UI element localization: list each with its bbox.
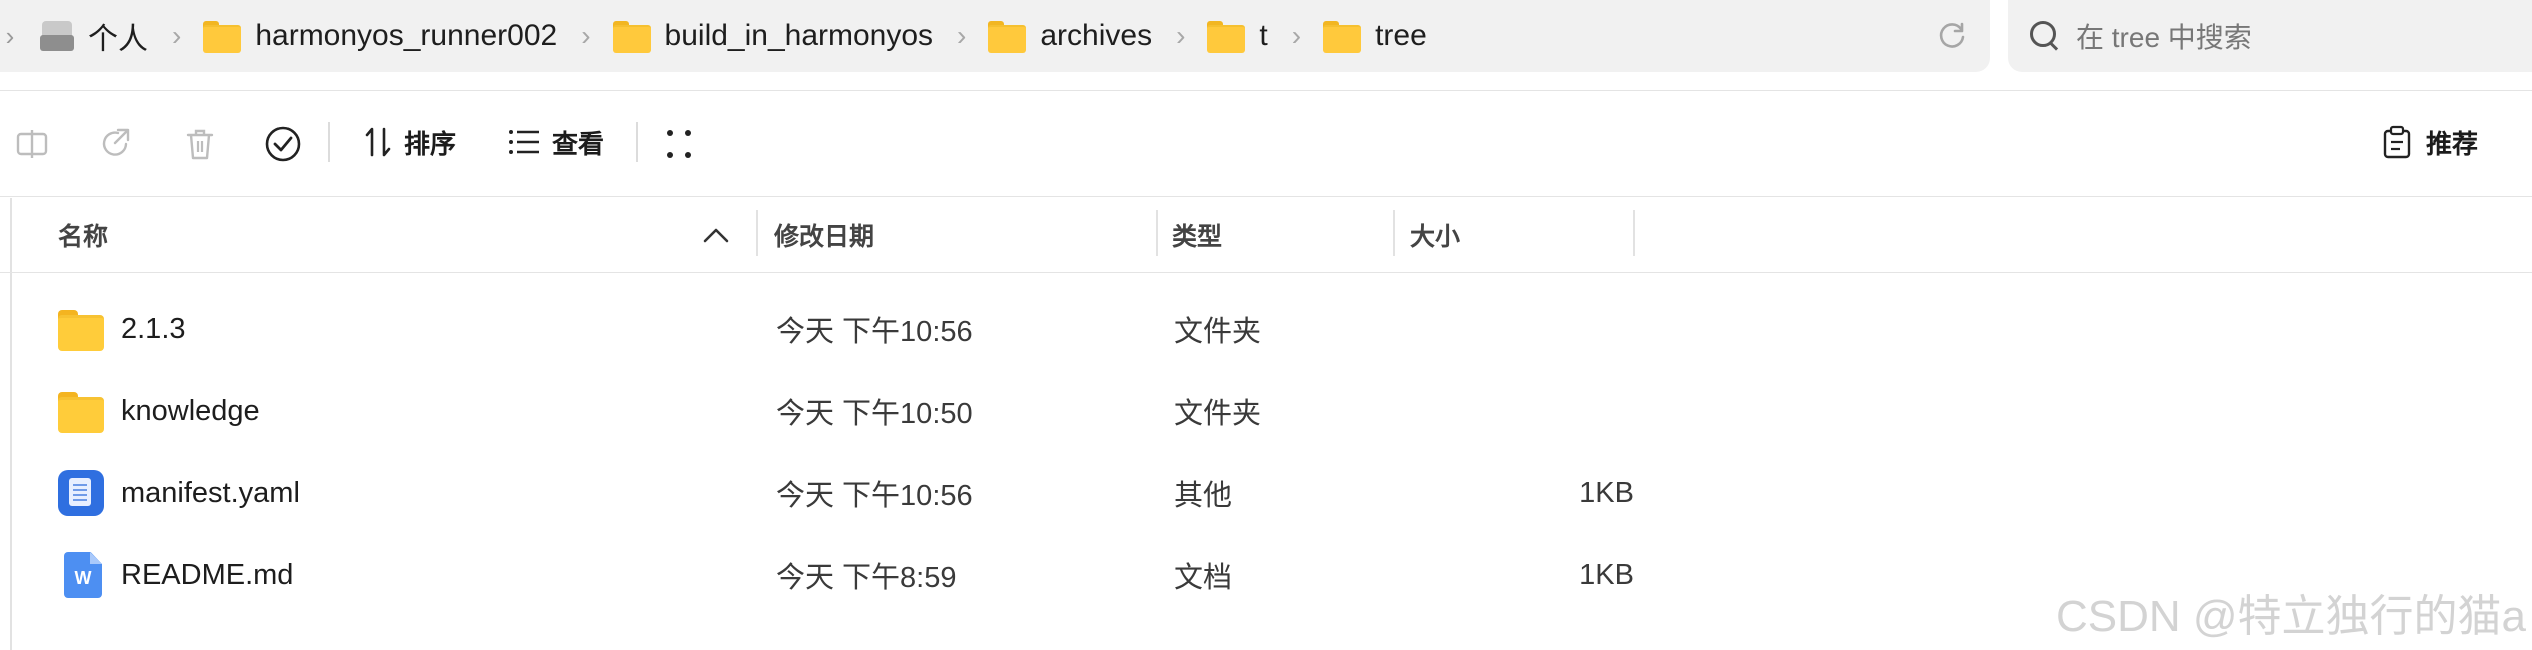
breadcrumb-item-personal[interactable]: 个人 ›: [20, 0, 203, 72]
word-document-icon: W: [60, 534, 102, 616]
toolbar-divider: [636, 122, 638, 162]
search-input[interactable]: 在 tree 中搜索: [2008, 0, 2532, 72]
recommend-label: 推荐: [2426, 128, 2479, 159]
split-view-icon[interactable]: [14, 124, 50, 164]
file-size: [1492, 370, 1634, 452]
search-placeholder: 在 tree 中搜索: [2076, 22, 2252, 53]
breadcrumb-item-archives[interactable]: archives ›: [988, 0, 1207, 72]
chevron-right-icon: ›: [1291, 20, 1302, 51]
breadcrumb-label: t: [1259, 19, 1268, 52]
view-button[interactable]: 查看: [508, 118, 604, 166]
share-icon[interactable]: [98, 124, 134, 164]
file-name: 2.1.3: [121, 312, 186, 345]
breadcrumb-item-tree[interactable]: tree: [1323, 0, 1427, 72]
file-name: manifest.yaml: [121, 476, 300, 509]
address-bar-region: › 个人 › harmonyos_runner002 › build_in_ha…: [0, 0, 2532, 88]
file-row-manifest-yaml[interactable]: manifest.yaml 今天 下午10:56 其他 1KB: [12, 452, 2532, 534]
folder-icon: [58, 288, 104, 370]
file-row-2-1-3[interactable]: 2.1.3 今天 下午10:56 文件夹: [12, 288, 2532, 370]
more-dots-icon[interactable]: [664, 124, 694, 164]
folder-icon: [988, 21, 1027, 53]
chevron-right-icon: ›: [581, 20, 591, 51]
sort-ascending-icon[interactable]: [702, 198, 730, 272]
search-icon: [2028, 19, 2062, 53]
file-name: knowledge: [121, 394, 260, 427]
chevron-right-icon: ›: [957, 20, 967, 51]
trash-icon[interactable]: [182, 124, 218, 164]
breadcrumb-label: build_in_harmonyos: [664, 19, 934, 52]
chevron-right-icon: ›: [1176, 20, 1186, 51]
sort-label: 排序: [404, 128, 457, 159]
file-type: 文档: [1174, 562, 1233, 594]
breadcrumb-label: archives: [1040, 19, 1153, 52]
folder-icon: [1207, 21, 1246, 53]
column-header-name[interactable]: 名称: [58, 198, 108, 272]
breadcrumb-label: 个人: [88, 23, 148, 56]
column-divider[interactable]: [1156, 210, 1158, 256]
recommend-button[interactable]: 推荐: [2380, 118, 2478, 166]
toolbar-divider: [328, 122, 330, 162]
divider: [0, 196, 2532, 197]
drive-icon: [40, 21, 74, 51]
column-header-modified[interactable]: 修改日期: [774, 198, 874, 272]
file-size: 1KB: [1579, 558, 1634, 591]
column-header-label: 修改日期: [774, 223, 875, 251]
select-check-icon[interactable]: [264, 124, 302, 164]
divider: [0, 272, 2532, 273]
sort-button[interactable]: 排序: [364, 118, 456, 166]
breadcrumb-label: tree: [1375, 19, 1427, 52]
breadcrumb-label: harmonyos_runner002: [255, 19, 558, 52]
breadcrumb: › 个人 › harmonyos_runner002 › build_in_ha…: [0, 0, 1990, 72]
chevron-right-icon: ›: [172, 20, 182, 51]
watermark: CSDN @特立独行的猫a: [2055, 592, 2526, 641]
folder-icon: [1323, 21, 1362, 53]
column-header-type[interactable]: 类型: [1172, 198, 1222, 272]
yaml-file-icon: [58, 452, 104, 534]
breadcrumb-item-harmonyos-runner002[interactable]: harmonyos_runner002 ›: [203, 0, 612, 72]
breadcrumb-item-build-in-harmonyos[interactable]: build_in_harmonyos ›: [612, 0, 989, 72]
sort-icon: [365, 127, 391, 157]
column-divider[interactable]: [1393, 210, 1395, 256]
divider: [0, 90, 2532, 91]
column-divider[interactable]: [1633, 210, 1635, 256]
file-size: 1KB: [1579, 476, 1634, 509]
file-size: [1492, 288, 1634, 370]
file-name: README.md: [121, 558, 294, 591]
view-label: 查看: [552, 128, 605, 159]
folder-icon: [612, 21, 651, 53]
refresh-icon[interactable]: [1936, 20, 1968, 52]
file-modified: 今天 下午10:56: [776, 316, 973, 348]
folder-icon: [203, 21, 242, 53]
column-divider[interactable]: [756, 210, 758, 256]
column-header-label: 名称: [58, 223, 109, 251]
file-modified: 今天 下午8:59: [776, 562, 957, 594]
file-type: 其他: [1174, 480, 1233, 512]
file-modified: 今天 下午10:50: [776, 398, 973, 430]
column-header-size[interactable]: 大小: [1410, 198, 1460, 272]
file-type: 文件夹: [1174, 316, 1262, 348]
breadcrumb-overflow-chevron-icon[interactable]: ›: [0, 0, 20, 72]
column-header-label: 大小: [1410, 223, 1461, 251]
file-row-knowledge[interactable]: knowledge 今天 下午10:50 文件夹: [12, 370, 2532, 452]
folder-icon: [58, 370, 104, 452]
file-type: 文件夹: [1174, 398, 1262, 430]
breadcrumb-item-t[interactable]: t ›: [1207, 0, 1323, 72]
recommend-icon: [2383, 125, 2411, 159]
list-view-icon: [509, 130, 539, 154]
file-modified: 今天 下午10:56: [776, 480, 973, 512]
column-header-label: 类型: [1172, 223, 1223, 251]
